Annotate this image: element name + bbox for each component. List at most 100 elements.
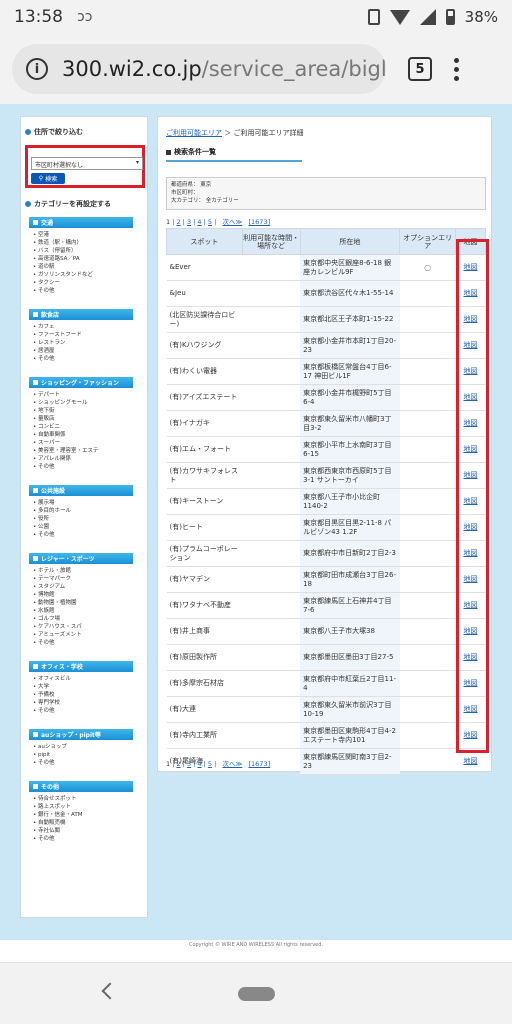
category-item[interactable]: スーパー: [33, 439, 133, 447]
map-link[interactable]: 地図: [464, 757, 478, 765]
option-cell: [399, 566, 456, 593]
category-item[interactable]: 公園: [33, 523, 133, 531]
category-item[interactable]: 居酒屋: [33, 347, 133, 355]
tab-switcher-button[interactable]: 5: [408, 57, 432, 81]
category-item[interactable]: 待合せスポット: [33, 795, 133, 803]
category-item[interactable]: アミューズメント: [33, 631, 133, 639]
category-item[interactable]: 大学: [33, 683, 133, 691]
category-item[interactable]: その他: [33, 759, 133, 767]
hours-cell: [242, 722, 301, 749]
hours-cell: [242, 332, 301, 359]
address-cell: 東京都墨田区東駒形4丁目4-2 エステート寺内101: [300, 722, 400, 749]
category-item[interactable]: その他: [33, 287, 133, 295]
category-header[interactable]: auショップ・pipit等: [29, 729, 133, 740]
category-item[interactable]: 銀行・信金・ATM: [33, 811, 133, 819]
category-box: レジャー・スポーツホテル・旅館テーマパークスタジアム博物館動物園・植物園水族館ゴ…: [29, 553, 133, 647]
category-item[interactable]: 多目的ホール: [33, 507, 133, 515]
category-item[interactable]: 専門学校: [33, 699, 133, 707]
next-page-link[interactable]: 次へ≫: [222, 760, 242, 768]
category-item[interactable]: レストラン: [33, 339, 133, 347]
next-page-link[interactable]: 次へ≫: [222, 218, 242, 226]
category-header[interactable]: 公共施設: [29, 485, 133, 496]
category-item[interactable]: 水族館: [33, 607, 133, 615]
hours-cell: [242, 488, 301, 515]
table-row: (有)寺内工業所 東京都墨田区東駒形4丁目4-2 エステート寺内101 地図: [166, 722, 486, 749]
category-item[interactable]: アパレル関係: [33, 455, 133, 463]
address-bar[interactable]: i 300.wi2.co.jp/service_area/biglob: [12, 44, 386, 94]
category-item[interactable]: ガソリンスタンドなど: [33, 271, 133, 279]
category-item[interactable]: 地下街: [33, 407, 133, 415]
category-item[interactable]: その他: [33, 355, 133, 363]
search-button[interactable]: ⚲ 検索: [31, 173, 65, 184]
category-item[interactable]: 役所: [33, 515, 133, 523]
back-icon[interactable]: [101, 982, 119, 1000]
table-row: (有)井上商事 東京都八王子市大塚38 地図: [166, 618, 486, 645]
category-header[interactable]: 交通: [29, 217, 133, 228]
category-item[interactable]: 鉄道（駅・構内）: [33, 239, 133, 247]
category-item[interactable]: 寺社仏閣: [33, 827, 133, 835]
address-cell: 東京都町田市成瀬台3丁目26-18: [300, 566, 400, 593]
category-item[interactable]: タクシー: [33, 279, 133, 287]
option-cell: [399, 332, 456, 359]
address-cell: 東京都府中市紅葉丘2丁目11-4: [300, 670, 400, 697]
square-icon: [33, 220, 38, 225]
table-row: (有)大連 東京都東久留米市前沢3丁目10-19 地図: [166, 696, 486, 723]
table-row: (有)ヒート 東京都目黒区目黒2-11-8 パルビゾン43 1.2F 地図: [166, 514, 486, 541]
category-item[interactable]: ホテル・旅館: [33, 567, 133, 575]
status-bar: 13:58 ↄↄ 38%: [0, 0, 512, 34]
city-select[interactable]: 市区町村選択なし ▾: [31, 157, 143, 170]
category-item[interactable]: 空港: [33, 231, 133, 239]
category-item[interactable]: その他: [33, 707, 133, 715]
category-header[interactable]: ショッピング・ファッション: [29, 377, 133, 388]
spot-cell: (有)多摩宗石材店: [166, 670, 243, 697]
category-item[interactable]: その他: [33, 639, 133, 647]
category-header[interactable]: 飲食店: [29, 309, 133, 320]
category-item[interactable]: 量販店: [33, 415, 133, 423]
category-item[interactable]: オフィスビル: [33, 675, 133, 683]
category-item[interactable]: 展示場: [33, 499, 133, 507]
category-item[interactable]: その他: [33, 463, 133, 471]
category-item[interactable]: 路上スポット: [33, 803, 133, 811]
category-item[interactable]: ゴルフ場: [33, 615, 133, 623]
square-icon: [33, 380, 38, 385]
category-item[interactable]: その他: [33, 835, 133, 843]
option-cell: [399, 748, 456, 775]
category-item[interactable]: 自動車関係: [33, 431, 133, 439]
category-item[interactable]: auショップ: [33, 743, 133, 751]
spot-cell: (有)カワサキフォレスト: [166, 462, 243, 489]
option-cell: [399, 618, 456, 645]
category-item[interactable]: その他: [33, 531, 133, 539]
category-item[interactable]: 自動販売機: [33, 819, 133, 827]
info-icon[interactable]: i: [26, 58, 48, 80]
spot-cell: (有)アイズエステート: [166, 384, 243, 411]
category-item[interactable]: スタジアム: [33, 583, 133, 591]
category-item[interactable]: 動物園・植物園: [33, 599, 133, 607]
home-pill-icon[interactable]: [238, 987, 275, 1001]
category-item[interactable]: コンビニ: [33, 423, 133, 431]
breadcrumb-link[interactable]: ご利用可能エリア: [166, 129, 222, 137]
category-item[interactable]: 道の駅: [33, 263, 133, 271]
copyright: Copyright © WIRE AND WIRELESS All rights…: [0, 940, 512, 962]
address-cell: 東京都府中市日新町2丁目2-3: [300, 540, 400, 567]
category-item[interactable]: バス（停留所）: [33, 247, 133, 255]
category-item[interactable]: 高速道路SA／PA: [33, 255, 133, 263]
category-item[interactable]: 博物館: [33, 591, 133, 599]
category-item[interactable]: テーマパーク: [33, 575, 133, 583]
address-cell: 東京都西東京市西原町5丁目3-1 サントーカイ: [300, 462, 400, 489]
url-text[interactable]: 300.wi2.co.jp/service_area/biglob: [62, 57, 386, 81]
category-item[interactable]: pipit: [33, 751, 133, 759]
hours-cell: [242, 254, 301, 281]
category-item[interactable]: 美容室・理容室・エステ: [33, 447, 133, 455]
category-item[interactable]: ファーストフード: [33, 331, 133, 339]
category-header[interactable]: オフィス・学校: [29, 661, 133, 672]
overflow-menu-icon[interactable]: [454, 57, 459, 81]
category-item[interactable]: ショッピングモール: [33, 399, 133, 407]
category-item[interactable]: デパート: [33, 391, 133, 399]
category-item[interactable]: 予備校: [33, 691, 133, 699]
category-item[interactable]: カフェ: [33, 323, 133, 331]
category-item[interactable]: ケアハウス・スパ: [33, 623, 133, 631]
category-header[interactable]: レジャー・スポーツ: [29, 553, 133, 564]
address-cell: 東京都小平市上水南町3丁目6-15: [300, 436, 400, 463]
category-header[interactable]: その他: [29, 781, 133, 792]
signal-icon: [419, 9, 436, 25]
